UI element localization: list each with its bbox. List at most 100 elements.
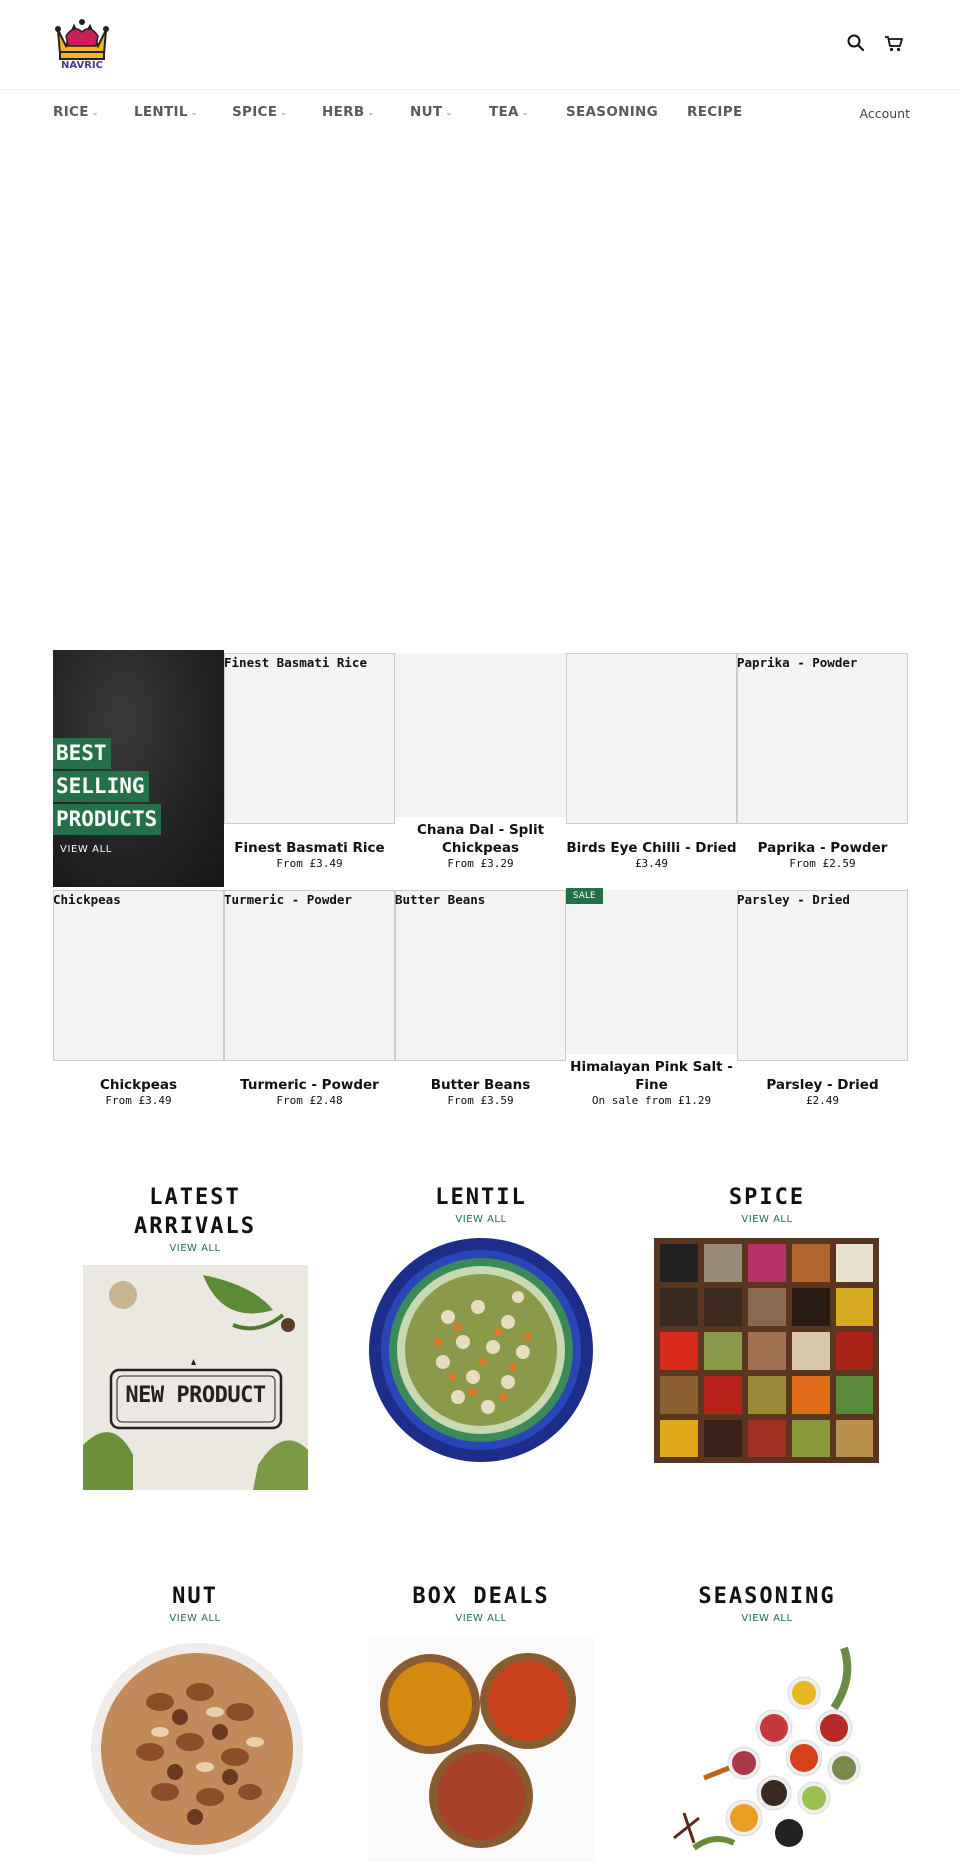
view-all-link[interactable]: VIEW ALL [647,1613,887,1624]
product-image [737,653,908,824]
logo[interactable]: NAVRIC [52,16,112,74]
image-alt-text: Paprika - Powder [737,655,858,670]
chevron-down-icon: ⌄ [367,108,375,117]
product-card[interactable]: Parsley - Dried Parsley - Dried £2.49 [737,888,908,1118]
nav-item-nut[interactable]: NUT ⌄ [410,104,452,120]
view-all-link[interactable]: VIEW ALL [647,1214,887,1225]
nav-item-herb[interactable]: HERB ⌄ [322,104,374,120]
product-card[interactable]: SALE Himalayan Pink Salt - Fine On sale … [566,888,737,1118]
image-alt-text: Chickpeas [53,892,121,907]
product-price: On sale from £1.29 [591,1094,712,1107]
collection-lentil[interactable]: LENTIL VIEW ALL [361,1183,601,1225]
nav-label: HERB [322,104,365,120]
product-name: Chickpeas [99,1077,178,1093]
chevron-down-icon: ⌄ [521,108,529,117]
new-product-illustration [83,1265,308,1490]
product-price: From £3.49 [105,1094,172,1107]
product-image [566,653,737,824]
product-image [737,890,908,1061]
cart-icon[interactable] [884,35,904,55]
nav-item-recipe[interactable]: RECIPE [687,104,742,120]
image-alt-text: Turmeric - Powder [224,892,352,907]
main-nav: RICE ⌄ LENTIL ⌄ SPICE ⌄ HERB ⌄ NUT ⌄ TEA ⌄ SEA… [0,90,960,138]
product-price: From £3.59 [447,1094,514,1107]
chevron-down-icon: ⌄ [190,108,198,117]
product-card[interactable]: Finest Basmati Rice Finest Basmati Rice … [224,651,395,881]
product-card[interactable]: Chickpeas Chickpeas From £3.49 [53,888,224,1118]
nav-item-seasoning[interactable]: SEASONING [566,104,658,120]
nav-label: SPICE [232,104,278,120]
collection-title: NUT [172,1584,218,1609]
collection-image[interactable] [368,1636,594,1862]
nav-label: NUT [410,104,443,120]
spice-bowls-illustration [380,1653,576,1848]
product-name: Turmeric - Powder [240,1077,379,1093]
chevron-down-icon: ⌄ [280,108,288,117]
collection-latest-arrivals[interactable]: LATEST ARRIVALS VIEW ALL [75,1183,315,1254]
collection-image[interactable]: NEW PRODUCT [83,1265,308,1490]
view-all-link[interactable]: VIEW ALL [361,1214,601,1225]
collection-seasoning[interactable]: SEASONING VIEW ALL [647,1582,887,1624]
nav-item-tea[interactable]: TEA ⌄ [489,104,529,120]
view-all-link[interactable]: VIEW ALL [361,1613,601,1624]
product-price: From £2.48 [276,1094,343,1107]
search-icon[interactable] [846,33,866,53]
nav-item-lentil[interactable]: LENTIL ⌄ [134,104,198,120]
product-card[interactable]: Birds Eye Chilli - Dried £3.49 [566,651,737,881]
collection-image[interactable] [654,1238,879,1463]
product-price: £2.49 [805,1094,840,1107]
product-name: Parsley - Dried [766,1077,879,1093]
collection-spice[interactable]: SPICE VIEW ALL [647,1183,887,1225]
product-name: Birds Eye Chilli - Dried [566,840,737,856]
collection-title: LATEST ARRIVALS [134,1185,256,1239]
banner-title: BEST SELLING PRODUCTS [53,738,193,837]
collection-title: BOX DEALS [412,1584,550,1609]
nut-bowl-illustration [91,1643,303,1855]
collection-nut[interactable]: NUT VIEW ALL [75,1582,315,1624]
collection-image[interactable] [90,1642,305,1857]
product-name: Himalayan Pink Salt - Fine [570,1059,733,1093]
logo-text: NAVRIC [61,60,103,71]
product-image [395,890,566,1061]
nav-label: RECIPE [687,104,743,120]
banner-line: PRODUCTS [53,804,162,835]
view-all-link[interactable]: VIEW ALL [75,1243,315,1254]
collection-title: LENTIL [435,1185,527,1210]
product-card[interactable]: Paprika - Powder Paprika - Powder From £… [737,651,908,881]
account-link[interactable]: Account [860,106,910,121]
lentil-bowl-illustration [369,1238,593,1462]
product-image [566,890,737,1054]
product-price: From £3.29 [447,857,514,870]
nav-label: LENTIL [134,104,188,120]
image-alt-text: Butter Beans [395,892,486,907]
collection-box-deals[interactable]: BOX DEALS VIEW ALL [361,1582,601,1624]
product-price: £3.49 [634,857,669,870]
best-selling-banner[interactable]: BEST SELLING PRODUCTS VIEW ALL [53,650,224,887]
nav-item-rice[interactable]: RICE ⌄ [53,104,99,120]
nav-label: SEASONING [566,104,658,120]
product-card[interactable]: Butter Beans Butter Beans From £3.59 [395,888,566,1118]
product-name: Finest Basmati Rice [234,840,385,856]
product-image [395,653,566,817]
product-name: Chana Dal - Split Chickpeas [416,822,545,856]
view-all-link[interactable]: VIEW ALL [60,844,112,855]
product-card[interactable]: Turmeric - Powder Turmeric - Powder From… [224,888,395,1118]
product-image [224,890,395,1061]
collection-image[interactable] [654,1638,879,1863]
collection-title: SEASONING [698,1584,836,1609]
sale-badge: SALE [566,888,603,904]
image-alt-text: Parsley - Dried [737,892,850,907]
product-image [53,890,224,1061]
nav-item-spice[interactable]: SPICE ⌄ [232,104,287,120]
product-name: Paprika - Powder [757,840,888,856]
product-price: From £3.49 [276,857,343,870]
product-card[interactable]: Chana Dal - Split Chickpeas From £3.29 [395,651,566,881]
collection-image[interactable] [368,1237,594,1463]
view-all-link[interactable]: VIEW ALL [75,1613,315,1624]
product-name: Butter Beans [430,1077,531,1093]
image-caption: NEW PRODUCT [125,1383,266,1408]
banner-line: SELLING [53,771,149,802]
chevron-down-icon: ⌄ [445,108,453,117]
seasoning-illustration [673,1646,861,1851]
banner-line: BEST [53,738,111,769]
